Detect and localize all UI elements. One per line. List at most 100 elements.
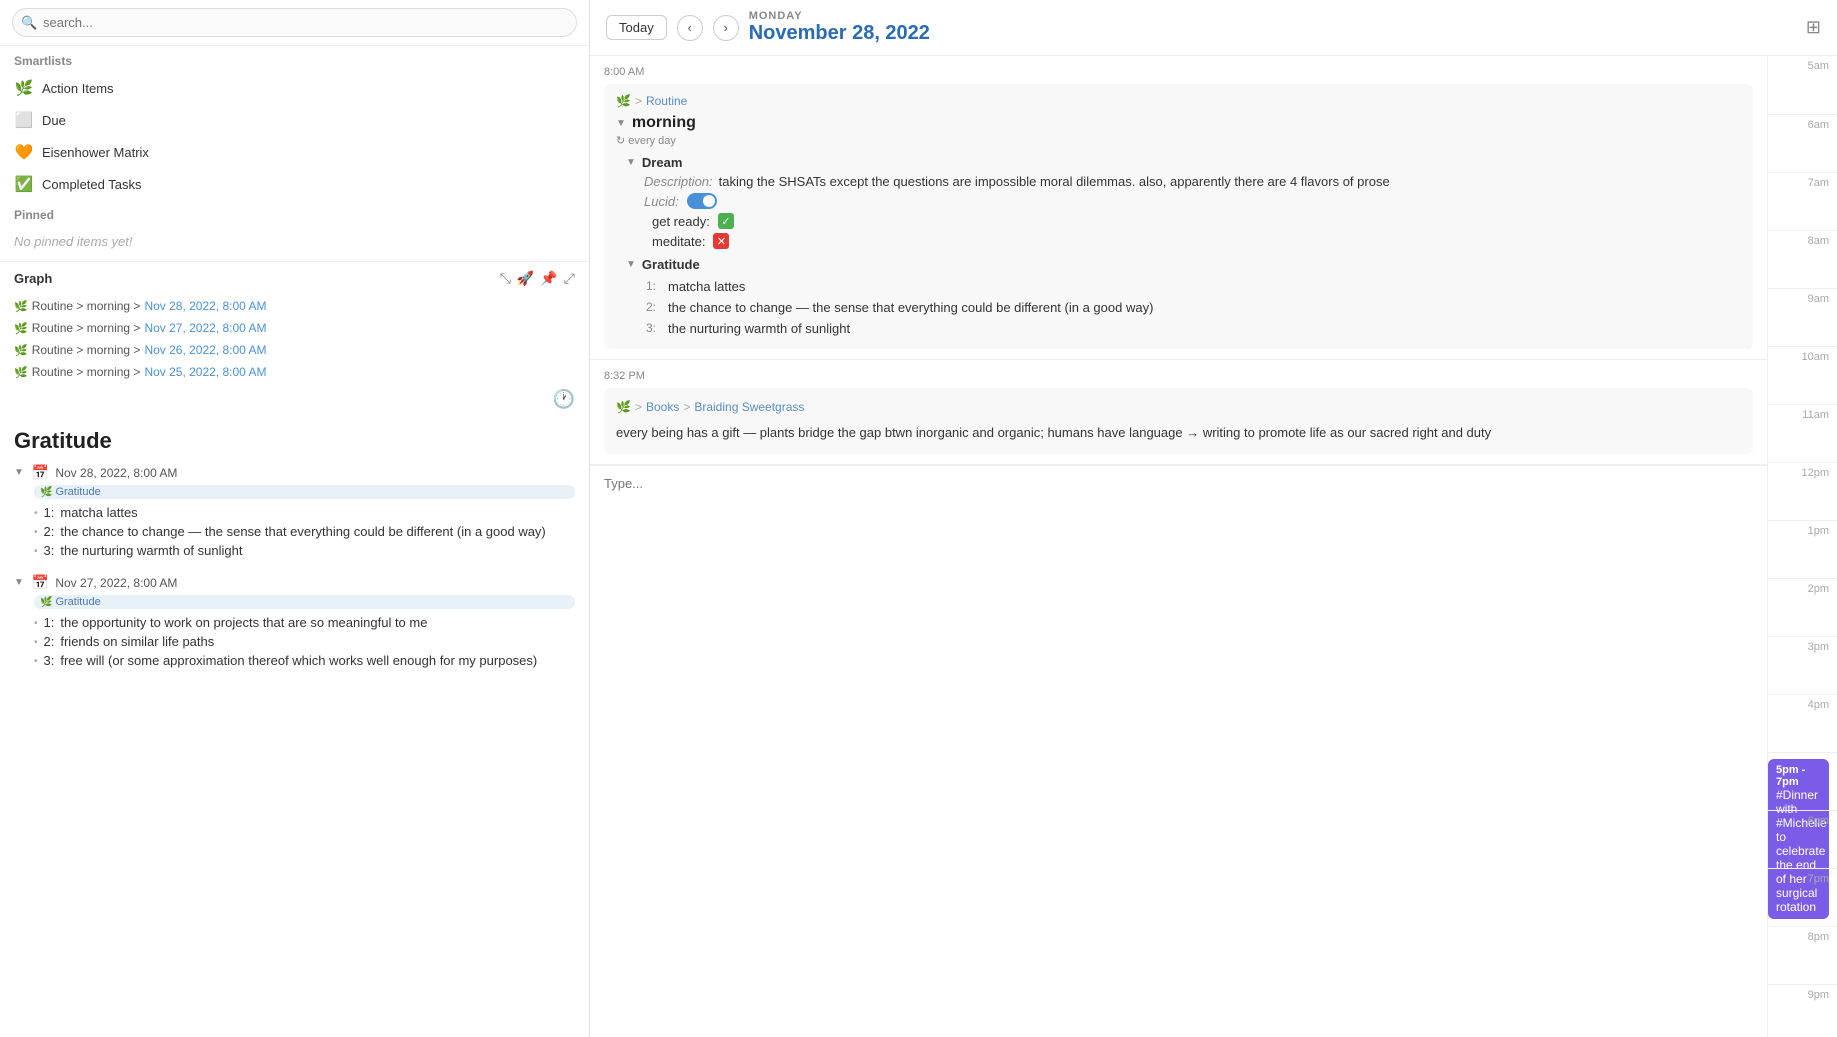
graph-path-0: Routine > morning > — [32, 299, 141, 313]
get-ready-check[interactable]: ✓ — [718, 213, 734, 229]
morning-breadcrumb: 🌿 > Routine — [616, 94, 1741, 108]
smartlists-header: Smartlists — [0, 46, 589, 72]
entry-date-1: Nov 27, 2022, 8:00 AM — [55, 576, 177, 590]
item-num-0-1: 2: — [44, 524, 55, 539]
description-label: Description: — [644, 174, 713, 189]
graph-title: Graph — [14, 271, 52, 286]
cal-date-label: MONDAY November 28, 2022 — [749, 10, 930, 45]
recur-text: every day — [628, 135, 676, 147]
list-item: • 1: the opportunity to work on projects… — [34, 613, 575, 632]
morning-title: morning — [632, 114, 696, 132]
list-item: 1: matcha lattes — [626, 276, 1741, 297]
graph-link-3[interactable]: Nov 25, 2022, 8:00 AM — [144, 365, 266, 379]
eisenhower-label: Eisenhower Matrix — [42, 145, 149, 160]
graph-bullet-3: 🌿 — [14, 366, 28, 379]
pinned-section: No pinned items yet! — [0, 226, 589, 261]
graph-tool-rocket[interactable]: 🚀 — [517, 270, 534, 287]
pinned-empty: No pinned items yet! — [14, 230, 575, 253]
gratitude-item-text-1: the chance to change — the sense that ev… — [668, 300, 1153, 315]
cal-weekday: MONDAY — [749, 10, 930, 22]
graph-link-2[interactable]: Nov 26, 2022, 8:00 AM — [144, 343, 266, 357]
time-8am: 8am — [1768, 230, 1837, 288]
reading-time: 8:32 PM — [604, 370, 1753, 382]
gratitude-entry-0: ▼ 📅 Nov 28, 2022, 8:00 AM Gratitude • 1:… — [14, 464, 575, 560]
sidebar-item-due[interactable]: ⬜ Due — [0, 104, 589, 136]
bullet-1-1: • — [34, 634, 38, 649]
gratitude-section: Gratitude ▼ 📅 Nov 28, 2022, 8:00 AM Grat… — [0, 416, 589, 684]
bullet-0-1: • — [34, 524, 38, 539]
time-5am: 5am — [1768, 56, 1837, 114]
description-text: taking the SHSATs except the questions a… — [719, 174, 1390, 189]
time-8pm: 8pm — [1768, 926, 1837, 984]
entry-tag-0[interactable]: Gratitude — [34, 485, 575, 499]
cal-full-date: November 28, 2022 — [749, 22, 930, 45]
item-text-1-2: free will (or some approximation thereof… — [60, 653, 537, 668]
triangle-icon-1: ▼ — [14, 577, 24, 588]
reading-card: 🌿 > Books > Braiding Sweetgrass every be… — [604, 388, 1753, 454]
meditate-check[interactable]: ✕ — [713, 233, 729, 249]
books-link[interactable]: Books — [646, 398, 679, 417]
item-text-0-1: the chance to change — the sense that ev… — [60, 524, 545, 539]
completed-label: Completed Tasks — [42, 177, 141, 192]
morning-event: 8:00 AM 🌿 > Routine ▼ morning ↻ — [590, 56, 1767, 360]
search-icon: 🔍 — [21, 15, 37, 31]
time-9pm: 9pm — [1768, 984, 1837, 1037]
next-button[interactable]: › — [713, 15, 739, 41]
graph-link-0[interactable]: Nov 28, 2022, 8:00 AM — [144, 299, 266, 313]
graph-tool-pin[interactable]: 📌 — [540, 270, 557, 287]
due-icon: ⬜ — [14, 111, 34, 129]
bullet-1-2: • — [34, 653, 38, 668]
time-7am: 7am — [1768, 172, 1837, 230]
type-input[interactable] — [604, 476, 1753, 491]
sidebar-item-eisenhower[interactable]: 🧡 Eisenhower Matrix — [0, 136, 589, 168]
entry-header-1: ▼ 📅 Nov 27, 2022, 8:00 AM — [14, 574, 575, 591]
list-item: 2: the chance to change — the sense that… — [626, 297, 1741, 318]
sidebar-item-completed[interactable]: ✅ Completed Tasks — [0, 168, 589, 200]
left-panel: 🔍 Smartlists 🌿 Action Items ⬜ Due 🧡 Eise… — [0, 0, 590, 1037]
graph-bullet-1: 🌿 — [14, 322, 28, 335]
graph-section: Graph ⤡ 🚀 📌 ⤢ 🌿 Routine > morning > Nov … — [0, 261, 589, 416]
gratitude-section-header[interactable]: ▼ Gratitude — [626, 257, 1741, 272]
reading-event: 8:32 PM 🌿 > Books > Braiding Sweetgrass … — [590, 360, 1767, 465]
item-num-1-1: 2: — [44, 634, 55, 649]
search-input[interactable] — [12, 8, 577, 37]
dream-section-label: Dream — [642, 155, 682, 170]
dinner-time: 5pm - 7pm — [1776, 764, 1821, 788]
reading-text: every being has a gift — plants bridge t… — [616, 423, 1741, 444]
graph-tool-expand[interactable]: ⤡ — [500, 270, 511, 287]
gratitude-block: 1: matcha lattes 2: the chance to change… — [626, 276, 1741, 339]
time-2pm: 2pm — [1768, 578, 1837, 636]
collapse-arrow-morning[interactable]: ▼ — [616, 118, 626, 129]
calendar-icon-0: 📅 — [32, 464, 49, 481]
gratitude-num-1: 2: — [646, 300, 662, 315]
time-4pm: 4pm — [1768, 694, 1837, 752]
list-item: • 2: the chance to change — the sense th… — [34, 522, 575, 541]
grid-view-icon[interactable]: ⊞ — [1806, 17, 1821, 38]
gratitude-num-0: 1: — [646, 279, 662, 294]
dream-section-header[interactable]: ▼ Dream — [626, 155, 1741, 170]
breadcrumb-routine-link[interactable]: Routine — [646, 94, 687, 108]
item-text-0-2: the nurturing warmth of sunlight — [60, 543, 242, 558]
sidebar-item-action-items[interactable]: 🌿 Action Items — [0, 72, 589, 104]
action-items-label: Action Items — [42, 81, 114, 96]
graph-bullet-2: 🌿 — [14, 344, 28, 357]
graph-row-0: 🌿 Routine > morning > Nov 28, 2022, 8:00… — [0, 295, 589, 317]
graph-link-1[interactable]: Nov 27, 2022, 8:00 AM — [144, 321, 266, 335]
prev-button[interactable]: ‹ — [677, 15, 703, 41]
item-num-1-2: 3: — [44, 653, 55, 668]
lucid-row: Lucid: — [636, 193, 1741, 209]
item-num-0-0: 1: — [44, 505, 55, 520]
today-button[interactable]: Today — [606, 15, 667, 40]
gratitude-collapse-icon: ▼ — [626, 259, 636, 270]
item-text-1-0: the opportunity to work on projects that… — [60, 615, 427, 630]
pinned-header: Pinned — [0, 200, 589, 226]
list-item: • 1: matcha lattes — [34, 503, 575, 522]
lucid-toggle[interactable] — [687, 193, 717, 209]
entry-tag-1[interactable]: Gratitude — [34, 595, 575, 609]
book-title-link[interactable]: Braiding Sweetgrass — [694, 398, 804, 417]
bullet-1-0: • — [34, 615, 38, 630]
graph-bullet-0: 🌿 — [14, 300, 28, 313]
item-text-0-0: matcha lattes — [60, 505, 137, 520]
right-panel: Today ‹ › MONDAY November 28, 2022 ⊞ 8:0… — [590, 0, 1837, 1037]
graph-tool-fullscreen[interactable]: ⤢ — [564, 270, 575, 287]
